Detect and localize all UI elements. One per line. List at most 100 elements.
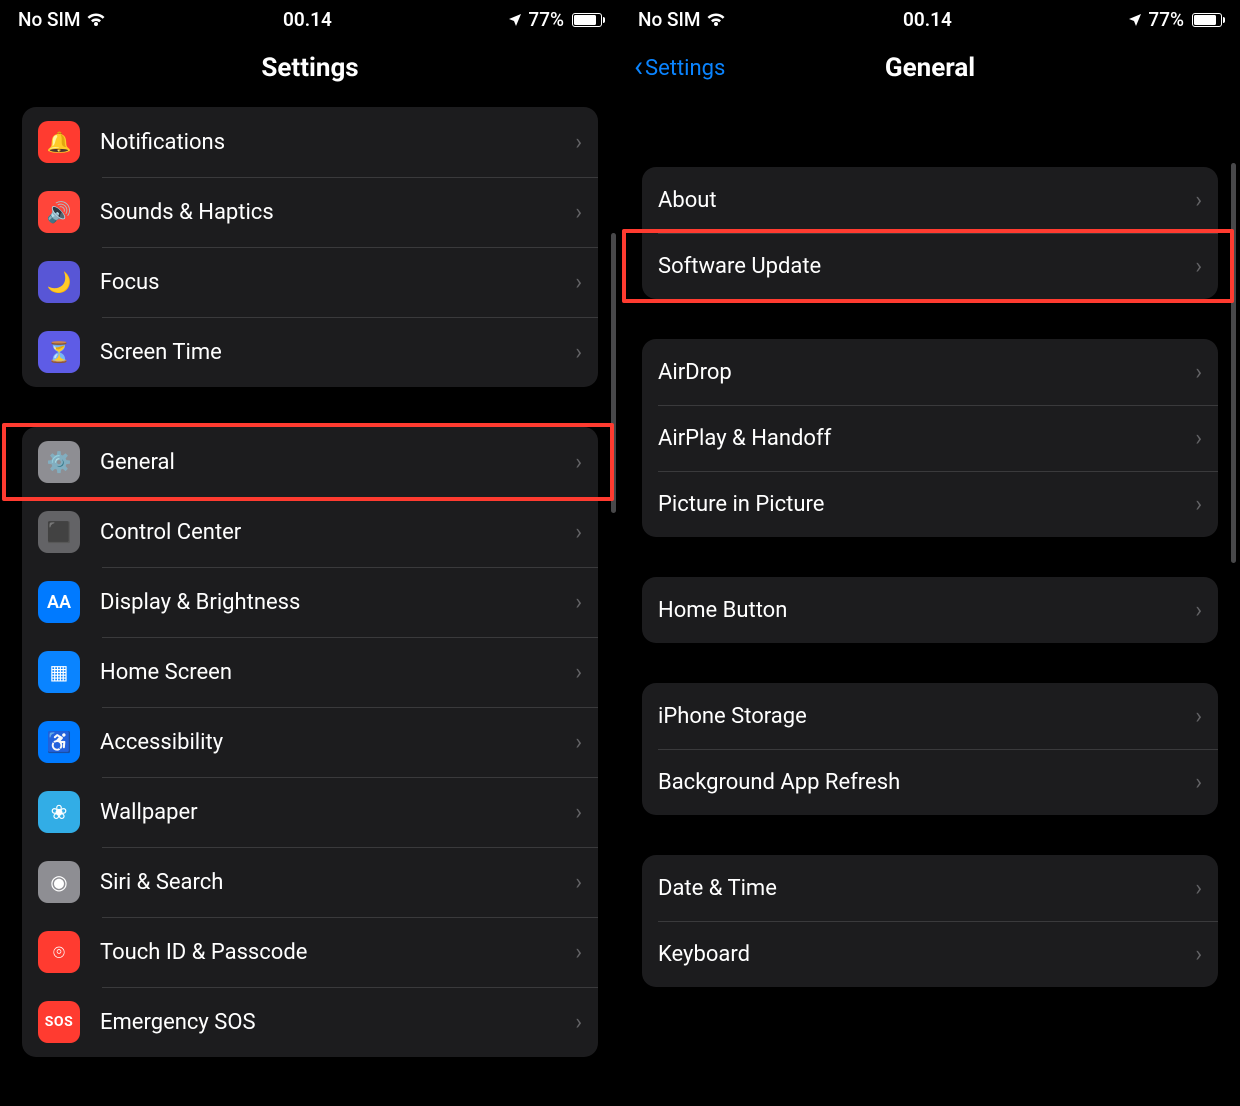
control-center-label: Control Center xyxy=(100,520,575,545)
chevron-right-icon: › xyxy=(575,730,582,755)
row-home-button[interactable]: Home Button› xyxy=(642,577,1218,643)
row-date-time[interactable]: Date & Time› xyxy=(642,855,1218,921)
chevron-right-icon: › xyxy=(1195,254,1202,279)
home-screen-icon: ▦ xyxy=(38,651,80,693)
page-title: Settings xyxy=(261,53,358,83)
focus-icon: 🌙 xyxy=(38,261,80,303)
settings-list[interactable]: 🔔Notifications›🔊Sounds & Haptics›🌙Focus›… xyxy=(0,103,620,1106)
chevron-right-icon: › xyxy=(575,450,582,475)
row-control-center[interactable]: ⬛ Control Center› xyxy=(22,497,598,567)
row-software-update[interactable]: Software Update› xyxy=(642,233,1218,299)
display-brightness-icon: AA xyxy=(38,581,80,623)
date-time-label: Date & Time xyxy=(658,876,1195,901)
chevron-right-icon: › xyxy=(575,520,582,545)
row-screen-time[interactable]: ⏳Screen Time› xyxy=(22,317,598,387)
row-emergency-sos[interactable]: SOSEmergency SOS› xyxy=(22,987,598,1057)
screen-time-label: Screen Time xyxy=(100,340,575,365)
general-group-2: AirDrop›AirPlay & Handoff›Picture in Pic… xyxy=(642,339,1218,537)
general-list[interactable]: About›Software Update› AirDrop›AirPlay &… xyxy=(620,103,1240,1106)
row-notifications[interactable]: 🔔Notifications› xyxy=(22,107,598,177)
chevron-right-icon: › xyxy=(1195,942,1202,967)
chevron-right-icon: › xyxy=(575,200,582,225)
row-wallpaper[interactable]: ❀Wallpaper› xyxy=(22,777,598,847)
battery-percent: 77% xyxy=(528,8,564,31)
airplay-handoff-label: AirPlay & Handoff xyxy=(658,426,1195,451)
general-group-1: About›Software Update› xyxy=(642,167,1218,299)
row-general[interactable]: ⚙️ General› xyxy=(22,427,598,497)
chevron-right-icon: › xyxy=(1195,188,1202,213)
settings-group-2: ⚙️General›⬛Control Center›AADisplay & Br… xyxy=(22,427,598,1057)
clock: 00.14 xyxy=(283,8,332,31)
row-iphone-storage[interactable]: iPhone Storage› xyxy=(642,683,1218,749)
row-airplay-handoff[interactable]: AirPlay & Handoff› xyxy=(642,405,1218,471)
iphone-storage-label: iPhone Storage xyxy=(658,704,1195,729)
chevron-right-icon: › xyxy=(1195,876,1202,901)
general-group-5: Date & Time›Keyboard› xyxy=(642,855,1218,987)
chevron-right-icon: › xyxy=(1195,360,1202,385)
chevron-right-icon: › xyxy=(1195,598,1202,623)
home-screen-label: Home Screen xyxy=(100,660,575,685)
about-label: About xyxy=(658,188,1195,213)
focus-label: Focus xyxy=(100,270,575,295)
notifications-icon: 🔔 xyxy=(38,121,80,163)
chevron-right-icon: › xyxy=(575,800,582,825)
row-background-app-refresh[interactable]: Background App Refresh› xyxy=(642,749,1218,815)
chevron-right-icon: › xyxy=(1195,770,1202,795)
touch-id-icon: ⌾ xyxy=(38,931,80,973)
siri-search-label: Siri & Search xyxy=(100,870,575,895)
chevron-right-icon: › xyxy=(575,870,582,895)
control-center-icon: ⬛ xyxy=(38,511,80,553)
general-group-3: Home Button› xyxy=(642,577,1218,643)
chevron-right-icon: › xyxy=(575,660,582,685)
row-accessibility[interactable]: ♿ Accessibility› xyxy=(22,707,598,777)
row-display-brightness[interactable]: AADisplay & Brightness› xyxy=(22,567,598,637)
nav-bar: ‹ Settings General xyxy=(620,35,1240,103)
touch-id-label: Touch ID & Passcode xyxy=(100,940,575,965)
chevron-right-icon: › xyxy=(575,1010,582,1035)
siri-search-icon: ◉ xyxy=(38,861,80,903)
row-home-screen[interactable]: ▦ Home Screen› xyxy=(22,637,598,707)
home-button-label: Home Button xyxy=(658,598,1195,623)
nav-bar: Settings xyxy=(0,35,620,103)
chevron-right-icon: › xyxy=(1195,704,1202,729)
row-about[interactable]: About› xyxy=(642,167,1218,233)
carrier-text: No SIM xyxy=(638,8,700,31)
chevron-right-icon: › xyxy=(575,340,582,365)
row-sounds-haptics[interactable]: 🔊Sounds & Haptics› xyxy=(22,177,598,247)
row-picture-in-picture[interactable]: Picture in Picture› xyxy=(642,471,1218,537)
wifi-icon xyxy=(86,12,106,28)
row-siri-search[interactable]: ◉ Siri & Search› xyxy=(22,847,598,917)
wallpaper-icon: ❀ xyxy=(38,791,80,833)
emergency-sos-label: Emergency SOS xyxy=(100,1010,575,1035)
chevron-right-icon: › xyxy=(575,270,582,295)
status-bar: No SIM 00.14 77% xyxy=(0,0,620,35)
chevron-right-icon: › xyxy=(1195,492,1202,517)
airdrop-label: AirDrop xyxy=(658,360,1195,385)
location-icon xyxy=(508,13,522,27)
accessibility-icon: ♿ xyxy=(38,721,80,763)
general-label: General xyxy=(100,450,575,475)
status-bar: No SIM 00.14 77% xyxy=(620,0,1240,35)
back-label: Settings xyxy=(645,56,725,81)
background-app-refresh-label: Background App Refresh xyxy=(658,770,1195,795)
general-icon: ⚙️ xyxy=(38,441,80,483)
battery-icon xyxy=(572,13,602,27)
scrollbar-indicator xyxy=(1231,163,1236,563)
row-keyboard[interactable]: Keyboard› xyxy=(642,921,1218,987)
wifi-icon xyxy=(706,12,726,28)
page-title: General xyxy=(885,53,975,83)
back-button[interactable]: ‹ Settings xyxy=(634,52,725,84)
sounds-haptics-icon: 🔊 xyxy=(38,191,80,233)
settings-group-1: 🔔Notifications›🔊Sounds & Haptics›🌙Focus›… xyxy=(22,107,598,387)
accessibility-label: Accessibility xyxy=(100,730,575,755)
picture-in-picture-label: Picture in Picture xyxy=(658,492,1195,517)
chevron-right-icon: › xyxy=(1195,426,1202,451)
row-touch-id[interactable]: ⌾Touch ID & Passcode› xyxy=(22,917,598,987)
scrollbar-indicator xyxy=(611,233,616,513)
row-focus[interactable]: 🌙 Focus› xyxy=(22,247,598,317)
battery-percent: 77% xyxy=(1148,8,1184,31)
notifications-label: Notifications xyxy=(100,130,575,155)
keyboard-label: Keyboard xyxy=(658,942,1195,967)
general-group-4: iPhone Storage›Background App Refresh› xyxy=(642,683,1218,815)
row-airdrop[interactable]: AirDrop› xyxy=(642,339,1218,405)
